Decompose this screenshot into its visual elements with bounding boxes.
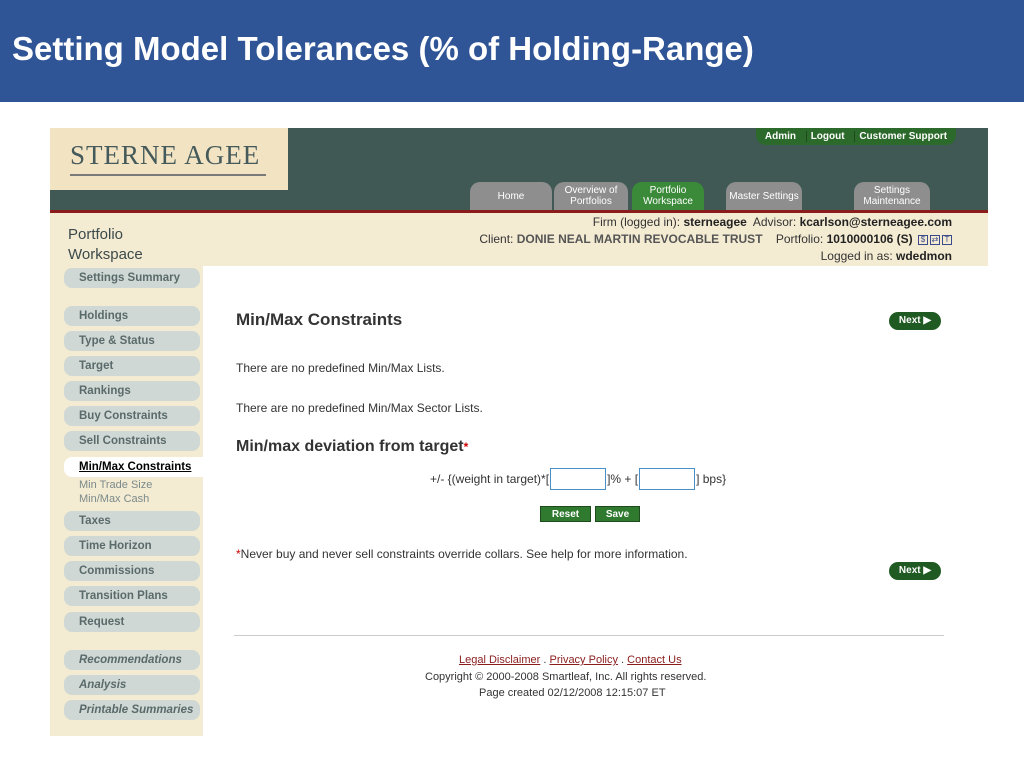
footer-links: Legal Disclaimer . Privacy Policy . Cont… — [459, 654, 682, 666]
portfolio-value: 1010000106 (S) — [826, 232, 913, 246]
info-bar: Portfolio Workspace Firm (logged in): st… — [50, 213, 988, 266]
page-title: Min/Max Constraints — [236, 310, 403, 329]
formula-prefix: +/- {(weight in target)*[ — [430, 472, 550, 486]
tab-home[interactable]: Home — [470, 182, 552, 210]
no-sector-lists-text: There are no predefined Min/Max Sector L… — [236, 401, 483, 415]
sidebar-item-analysis[interactable]: Analysis — [64, 675, 200, 695]
no-minmax-lists-text: There are no predefined Min/Max Lists. — [236, 361, 445, 375]
play-icon: ▶ — [923, 315, 932, 326]
tab-settings-maintenance[interactable]: Settings Maintenance — [854, 182, 930, 210]
dollar-icon[interactable]: $ — [918, 234, 928, 245]
tab-overview-of-portfolios[interactable]: Overview of Portfolios — [554, 182, 628, 210]
app-window: STERNE AGEE Admin Logout Customer Suppor… — [50, 128, 988, 736]
override-note: *Never buy and never sell constraints ov… — [236, 547, 688, 561]
legal-disclaimer-link[interactable]: Legal Disclaimer — [459, 654, 540, 666]
formula-mid: ]% + [ — [607, 472, 639, 486]
sidebar-item-target[interactable]: Target — [64, 356, 200, 376]
slide-title: Setting Model Tolerances (% of Holding-R… — [12, 30, 754, 67]
section-title: Portfolio Workspace — [68, 226, 143, 263]
deviation-title: Min/max deviation from target* — [236, 438, 468, 456]
required-asterisk: * — [463, 440, 469, 454]
sidebar-item-time-horizon[interactable]: Time Horizon — [64, 536, 200, 556]
next-button-bottom[interactable]: Next ▶ — [889, 562, 941, 580]
logged-label: Logged in as: — [820, 249, 893, 263]
percent-input[interactable] — [550, 468, 607, 490]
slide-header: Setting Model Tolerances (% of Holding-R… — [0, 0, 1024, 102]
firm-label: Firm (logged in): — [592, 215, 681, 229]
page-created-text: Page created 02/12/2008 12:15:07 ET — [479, 687, 666, 699]
swap-icon[interactable]: ⇄ — [930, 234, 940, 245]
copyright-text: Copyright © 2000-2008 Smartleaf, Inc. Al… — [425, 671, 707, 683]
sidebar-item-rankings[interactable]: Rankings — [64, 381, 200, 401]
logo-underline — [70, 174, 266, 176]
deviation-formula: +/- {(weight in target)*[ ]% + [ ] bps} — [430, 468, 726, 490]
portfolio-label: Portfolio: — [775, 232, 824, 246]
client-value: DONIE NEAL MARTIN REVOCABLE TRUST — [516, 232, 763, 246]
footer-sep: . — [621, 654, 625, 666]
logged-user: wdedmon — [896, 249, 952, 263]
sidebar-subitem-min-max-cash[interactable]: Min/Max Cash — [79, 493, 149, 505]
client-portfolio-line: Client: DONIE NEAL MARTIN REVOCABLE TRUS… — [479, 232, 952, 246]
logout-link[interactable]: Logout — [805, 131, 845, 142]
logged-in-line: Logged in as: wdedmon — [821, 249, 952, 263]
sidebar-item-request[interactable]: Request — [64, 612, 200, 632]
sidebar-item-settings-summary[interactable]: Settings Summary — [64, 268, 200, 288]
sidebar-subitem-min-trade-size[interactable]: Min Trade Size — [79, 479, 152, 491]
sidebar-item-type-status[interactable]: Type & Status — [64, 331, 200, 351]
main-content: Min/Max Constraints Next ▶ There are no … — [203, 266, 988, 736]
privacy-policy-link[interactable]: Privacy Policy — [550, 654, 618, 666]
next-label-bottom: Next — [898, 565, 921, 576]
reset-button[interactable]: Reset — [540, 506, 591, 522]
sidebar-item-transition-plans[interactable]: Transition Plans — [64, 586, 200, 606]
bps-input[interactable] — [639, 468, 696, 490]
play-icon: ▶ — [923, 565, 932, 576]
sidebar-item-commissions[interactable]: Commissions — [64, 561, 200, 581]
sidebar-item-holdings[interactable]: Holdings — [64, 306, 200, 326]
tab-portfolio-workspace[interactable]: Portfolio Workspace — [632, 182, 704, 210]
formula-suffix: ] bps} — [696, 472, 727, 486]
sidebar-item-recommendations[interactable]: Recommendations — [64, 650, 200, 670]
note-text: Never buy and never sell constraints ove… — [240, 547, 688, 561]
advisor-label: Advisor: — [752, 215, 797, 229]
banner: STERNE AGEE Admin Logout Customer Suppor… — [50, 128, 988, 210]
sidebar-item-buy-constraints[interactable]: Buy Constraints — [64, 406, 200, 426]
footer-sep: . — [543, 654, 547, 666]
contact-us-link[interactable]: Contact Us — [627, 654, 681, 666]
tab-master-settings[interactable]: Master Settings — [726, 182, 802, 210]
save-button[interactable]: Save — [595, 506, 640, 522]
firm-advisor-line: Firm (logged in): sterneagee Advisor: kc… — [593, 215, 952, 229]
next-button-top[interactable]: Next ▶ — [889, 312, 941, 330]
sidebar-item-taxes[interactable]: Taxes — [64, 511, 200, 531]
footer-divider — [234, 635, 944, 636]
logo: STERNE AGEE — [50, 128, 288, 190]
admin-link[interactable]: Admin — [765, 131, 796, 142]
sidebar-item-min-max-constraints[interactable]: Min/Max Constraints — [64, 457, 203, 477]
next-label-top: Next — [898, 315, 921, 326]
customer-support-link[interactable]: Customer Support — [854, 131, 947, 142]
sidebar-item-sell-constraints[interactable]: Sell Constraints — [64, 431, 200, 451]
top-links: Admin Logout Customer Support — [756, 128, 956, 145]
deviation-title-text: Min/max deviation from target — [236, 438, 464, 455]
t-icon[interactable]: T — [942, 234, 952, 245]
sidebar-item-printable-summaries[interactable]: Printable Summaries — [64, 700, 200, 720]
client-label: Client: — [479, 232, 514, 246]
firm-value: sterneagee — [683, 215, 747, 229]
sidebar: Settings Summary Holdings Type & Status … — [50, 266, 203, 736]
logo-text: STERNE AGEE — [70, 140, 261, 170]
advisor-value: kcarlson@sterneagee.com — [799, 215, 952, 229]
